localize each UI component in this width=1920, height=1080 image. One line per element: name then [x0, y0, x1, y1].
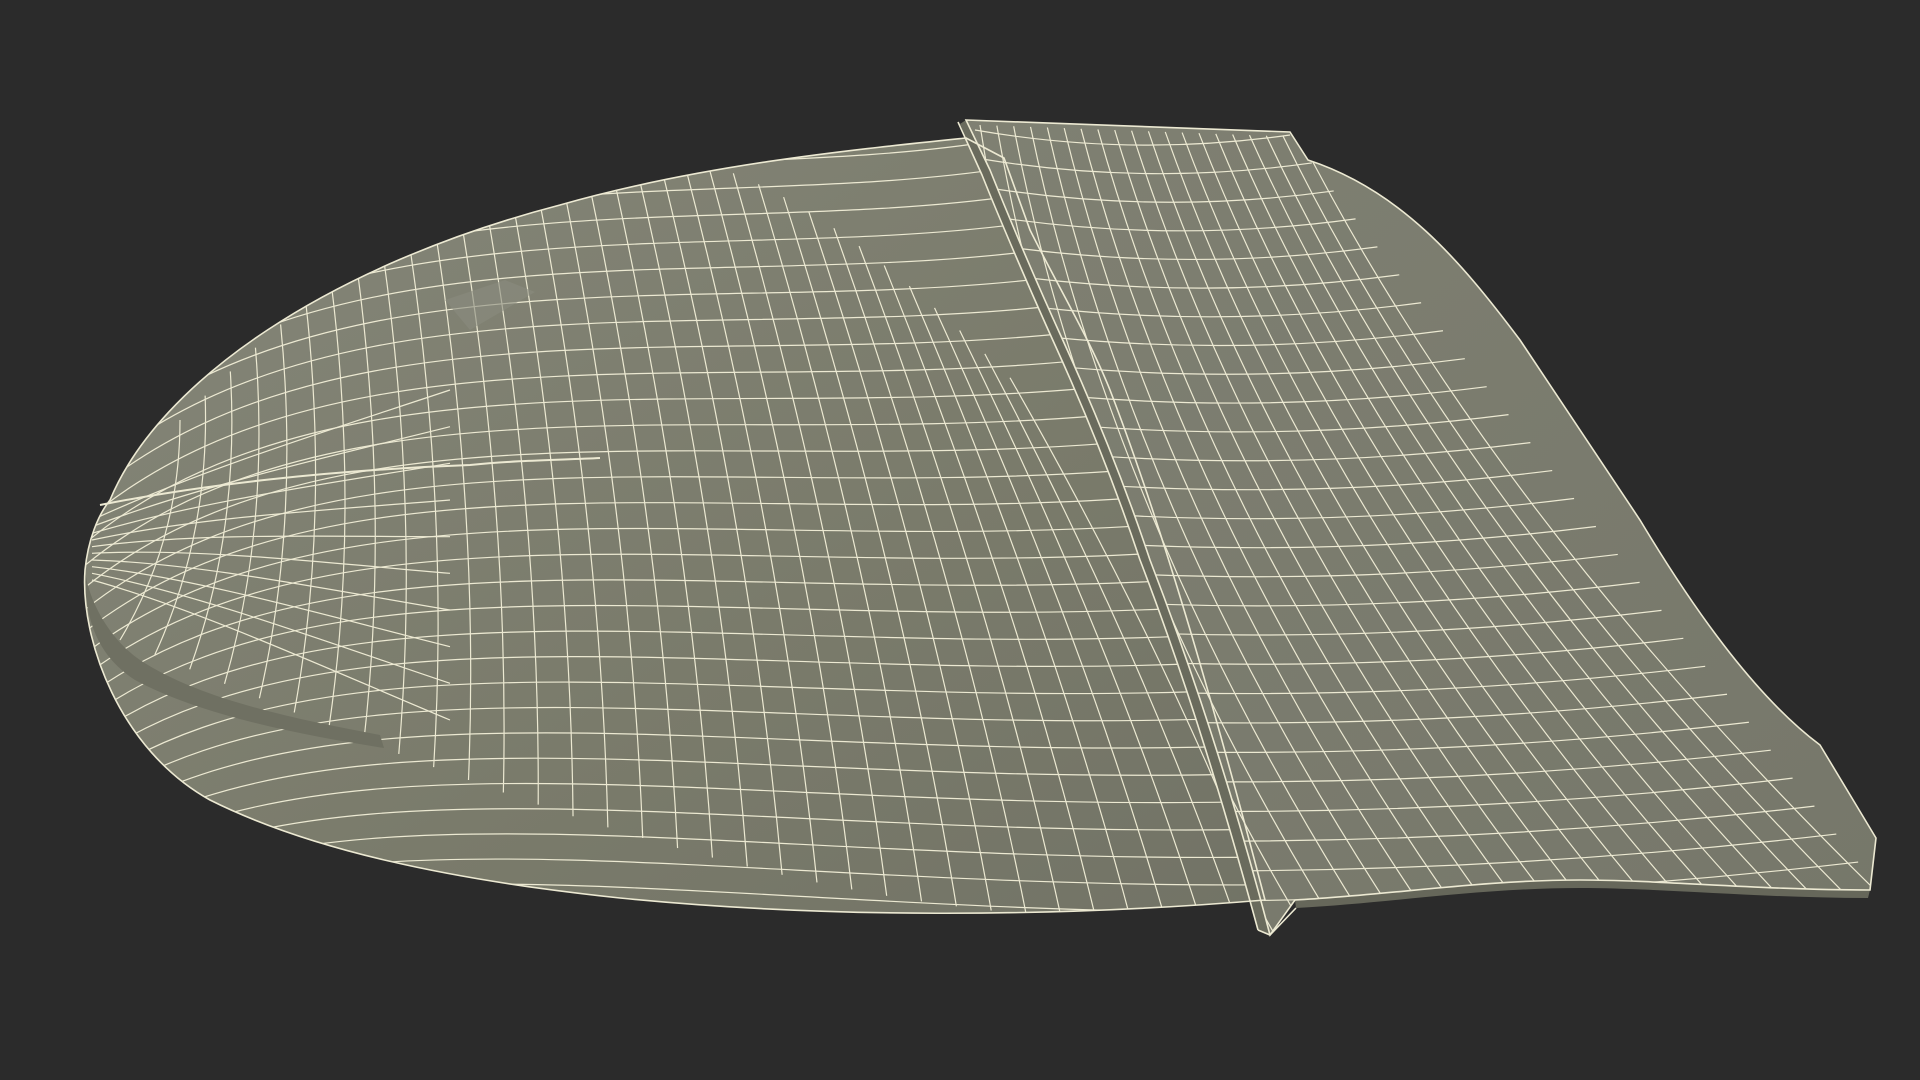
3d-viewport[interactable] [0, 0, 1920, 1080]
wireframe-render [83, 119, 1877, 937]
mesh-edge [84, 908, 1265, 914]
